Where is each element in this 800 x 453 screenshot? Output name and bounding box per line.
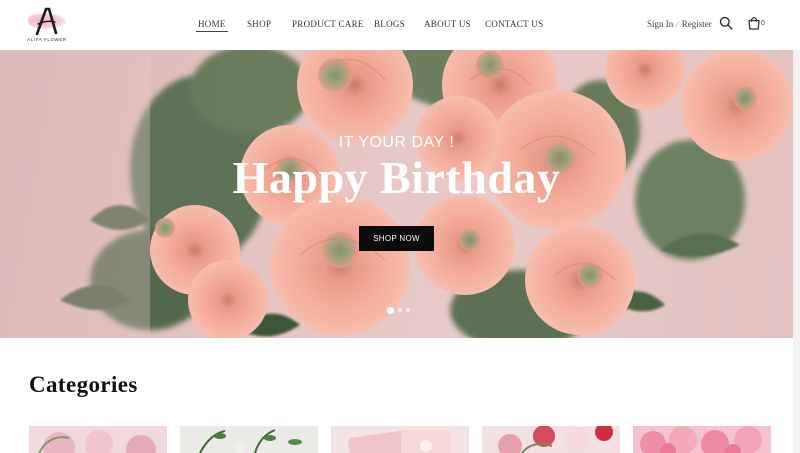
nav-contact-us[interactable]: CONTACT US [485,19,543,29]
category-image-2 [180,426,318,453]
shop-now-button[interactable]: SHOP NOW [359,226,434,251]
site-header: ALIFA FLOWER HOME SHOP PRODUCT CARE BLOG… [0,0,800,50]
logo-text: ALIFA FLOWER [27,37,67,42]
category-image-3 [331,426,469,453]
slider-dots [387,306,410,314]
category-tile-4[interactable] [482,426,620,453]
category-tile-5[interactable] [633,426,771,453]
hero-subtitle: IT YOUR DAY ! [338,134,455,151]
auth-links: Sign In / Register [647,19,712,29]
category-image-4 [482,426,620,453]
nav-about-us[interactable]: ABOUT US [424,19,471,29]
nav-shop[interactable]: SHOP [247,19,271,29]
category-tile-1[interactable] [29,426,167,453]
slider-dot-2[interactable] [398,308,402,312]
categories-heading: Categories [29,372,138,397]
category-tile-3[interactable] [331,426,469,453]
page-scrollbar[interactable] [793,50,800,453]
slider-dot-3[interactable] [406,308,410,312]
cart-count: 0 [761,20,765,27]
sign-in-link[interactable]: Sign In [647,19,673,29]
category-tile-2[interactable] [180,426,318,453]
category-image-5 [633,426,771,453]
search-icon[interactable] [719,16,733,30]
nav-product-care[interactable]: PRODUCT CARE [292,19,364,29]
nav-home[interactable]: HOME [196,19,228,32]
shopping-bag-icon[interactable] [747,16,761,30]
register-link[interactable]: Register [682,19,712,29]
nav-blogs[interactable]: BLOGS [374,19,405,29]
hero-slider: IT YOUR DAY ! Happy Birthday SHOP NOW [0,50,793,338]
auth-separator: / [676,19,679,29]
hero-title: Happy Birthday [232,152,561,203]
category-image-1 [29,426,167,453]
slider-dot-1[interactable] [387,306,394,314]
